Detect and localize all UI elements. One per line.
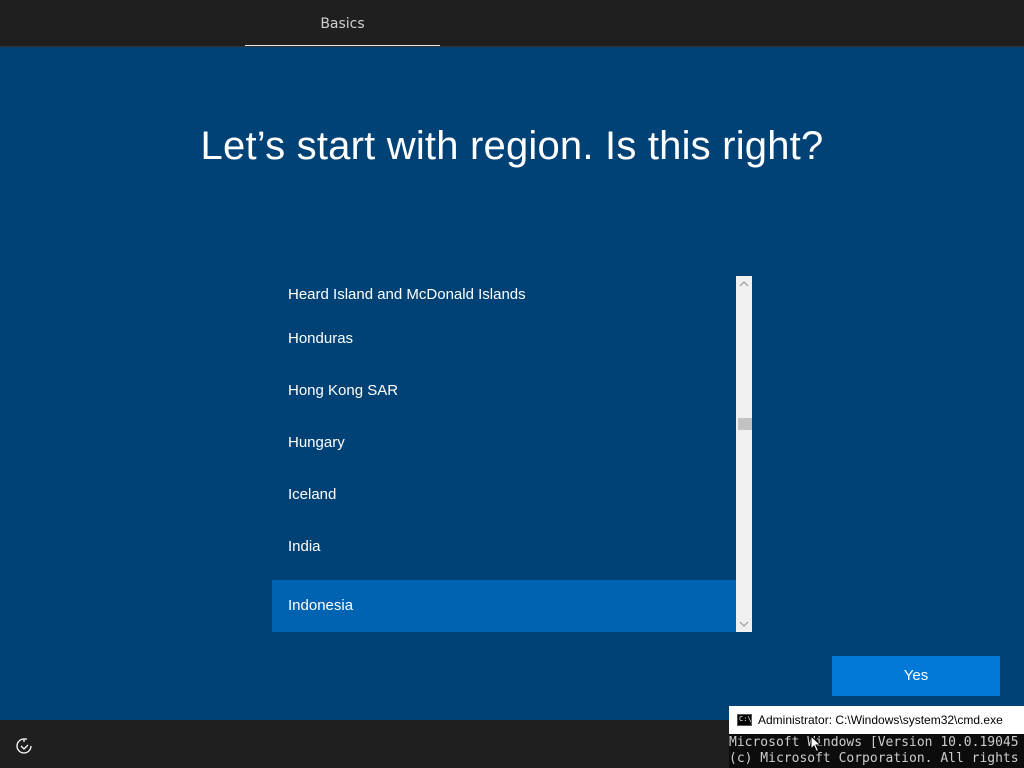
scroll-down-arrow-icon[interactable] [736,616,752,632]
top-bar-divider [0,46,1024,47]
list-item-label: Heard Island and McDonald Islands [288,286,526,303]
cmd-title-bar[interactable]: C:\ Administrator: C:\Windows\system32\c… [729,706,1024,734]
ease-of-access-icon[interactable] [14,736,34,756]
list-item-label: Hungary [288,434,345,451]
list-item[interactable]: India [272,528,736,580]
list-item-label: India [288,538,321,555]
tab-basics: Basics [245,0,440,47]
scrollbar[interactable] [736,276,752,632]
region-list[interactable]: Heard Island and McDonald Islands Hondur… [272,276,752,632]
list-item[interactable]: Heard Island and McDonald Islands [272,276,736,320]
page-title: Let’s start with region. Is this right? [200,124,824,168]
cmd-icon: C:\ [737,714,752,726]
cmd-window-title: Administrator: C:\Windows\system32\cmd.e… [758,713,1003,727]
list-item-label: Indonesia [288,597,354,614]
tab-basics-label: Basics [320,16,365,32]
cmd-window[interactable]: C:\ Administrator: C:\Windows\system32\c… [729,706,1024,768]
list-item[interactable]: Honduras [272,320,736,372]
scrollbar-thumb[interactable] [738,418,752,430]
mouse-pointer-icon [810,734,822,753]
list-item-label: Iceland [288,486,337,503]
list-item[interactable]: Hong Kong SAR [272,372,736,424]
cmd-icon-text: C:\ [739,715,752,723]
list-item-selected[interactable]: Indonesia [272,580,736,632]
list-item[interactable]: Iceland [272,476,736,528]
cmd-output-line: Microsoft Windows [Version 10.0.19045 [729,735,1019,750]
yes-button[interactable]: Yes [832,656,1000,696]
scroll-up-arrow-icon[interactable] [736,276,752,292]
list-item[interactable]: Hungary [272,424,736,476]
cmd-output-line: (c) Microsoft Corporation. All rights [729,751,1019,766]
top-bar: Basics [0,0,1024,47]
list-item-label: Hong Kong SAR [288,382,399,399]
list-item-label: Honduras [288,330,354,347]
region-list-items: Heard Island and McDonald Islands Hondur… [272,276,736,632]
